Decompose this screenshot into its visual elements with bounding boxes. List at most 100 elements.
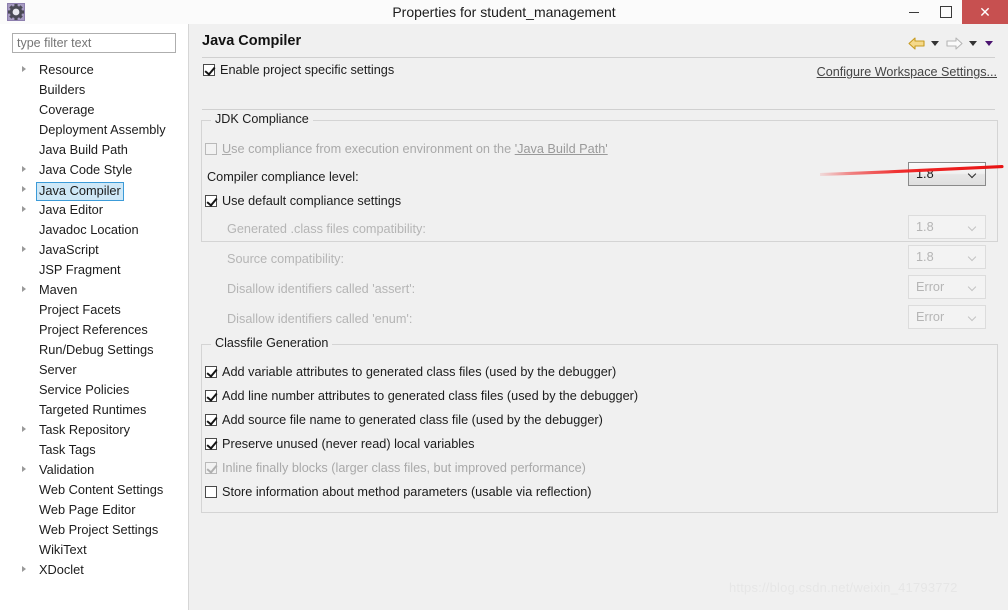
settings-content-pane: Java Compiler Enable project specific se… xyxy=(189,24,1008,610)
classfile-option-row[interactable]: Add variable attributes to generated cla… xyxy=(205,365,616,379)
expand-triangle-icon[interactable] xyxy=(22,426,26,432)
sidebar-item-wikitext[interactable]: WikiText xyxy=(0,540,188,560)
window-controls: ✕ xyxy=(898,0,1008,24)
enable-project-specific-settings-row[interactable]: Enable project specific settings xyxy=(203,63,394,77)
compiler-compliance-level-combo[interactable]: 1.8 xyxy=(908,162,986,186)
classfile-option-row[interactable]: Preserve unused (never read) local varia… xyxy=(205,437,474,451)
java-build-path-link[interactable]: 'Java Build Path' xyxy=(515,142,608,156)
classfile-option-label: Add source file name to generated class … xyxy=(222,413,603,427)
maximize-icon xyxy=(940,6,952,18)
classfile-option-label: Store information about method parameter… xyxy=(222,485,592,499)
expand-triangle-icon[interactable] xyxy=(22,466,26,472)
sidebar-item-validation[interactable]: Validation xyxy=(0,460,188,480)
window-title: Properties for student_management xyxy=(392,4,616,20)
sidebar-item-label: Resource xyxy=(39,62,94,77)
use-default-compliance-row[interactable]: Use default compliance settings xyxy=(205,194,401,208)
sidebar-item-label: Java Build Path xyxy=(39,142,128,157)
sidebar-item-task-repository[interactable]: Task Repository xyxy=(0,420,188,440)
source-compatibility-label: Source compatibility: xyxy=(227,252,345,266)
sidebar-item-deployment-assembly[interactable]: Deployment Assembly xyxy=(0,120,188,140)
arrow-forward-icon[interactable] xyxy=(943,34,965,52)
sidebar-item-java-build-path[interactable]: Java Build Path xyxy=(0,140,188,160)
expand-triangle-icon[interactable] xyxy=(22,166,26,172)
classfile-option-row[interactable]: Inline finally blocks (larger class file… xyxy=(205,461,586,475)
sidebar-item-label: Validation xyxy=(39,462,95,477)
sidebar-item-label: Service Policies xyxy=(39,382,130,397)
sidebar-item-run-debug-settings[interactable]: Run/Debug Settings xyxy=(0,340,188,360)
sidebar-item-jsp-fragment[interactable]: JSP Fragment xyxy=(0,260,188,280)
sidebar-item-service-policies[interactable]: Service Policies xyxy=(0,380,188,400)
sidebar-item-task-tags[interactable]: Task Tags xyxy=(0,440,188,460)
disallow-enum-combo[interactable]: Error xyxy=(908,305,986,329)
sidebar-item-project-references[interactable]: Project References xyxy=(0,320,188,340)
sidebar-item-web-project-settings[interactable]: Web Project Settings xyxy=(0,520,188,540)
sidebar-item-java-code-style[interactable]: Java Code Style xyxy=(0,160,188,180)
sidebar-item-javascript[interactable]: JavaScript xyxy=(0,240,188,260)
chevron-down-icon xyxy=(969,254,977,259)
classfile-option-row[interactable]: Add line number attributes to generated … xyxy=(205,389,638,403)
back-history-chevron-down-icon[interactable] xyxy=(927,34,943,52)
mnemonic-u: U xyxy=(222,142,232,156)
sidebar-item-label: JavaScript xyxy=(39,242,99,257)
sidebar-item-web-page-editor[interactable]: Web Page Editor xyxy=(0,500,188,520)
classfile-option-checkbox[interactable] xyxy=(205,366,217,378)
sidebar-item-label: Builders xyxy=(39,82,86,97)
expand-triangle-icon[interactable] xyxy=(22,186,26,192)
expand-triangle-icon[interactable] xyxy=(22,206,26,212)
sidebar-item-label: Java Code Style xyxy=(39,162,133,177)
classfile-option-row[interactable]: Store information about method parameter… xyxy=(205,485,592,499)
classfile-generation-group: Classfile Generation Add variable attrib… xyxy=(201,336,998,513)
sidebar-item-server[interactable]: Server xyxy=(0,360,188,380)
sidebar-item-label: WikiText xyxy=(39,542,87,557)
classfile-option-label: Add line number attributes to generated … xyxy=(222,389,639,403)
classfile-option-checkbox[interactable] xyxy=(205,390,217,402)
chevron-down-icon xyxy=(969,284,977,289)
sidebar-item-label: JSP Fragment xyxy=(39,262,121,277)
view-menu-chevron-down-icon[interactable] xyxy=(981,34,997,52)
sidebar-item-xdoclet[interactable]: XDoclet xyxy=(0,560,188,580)
sidebar-item-maven[interactable]: Maven xyxy=(0,280,188,300)
filter-input[interactable] xyxy=(12,33,176,53)
expand-triangle-icon[interactable] xyxy=(22,286,26,292)
close-button[interactable]: ✕ xyxy=(962,0,1008,24)
sidebar-item-resource[interactable]: Resource xyxy=(0,60,188,80)
enable-project-specific-settings-checkbox[interactable] xyxy=(203,64,215,76)
sidebar-item-project-facets[interactable]: Project Facets xyxy=(0,300,188,320)
sidebar-item-label: Web Page Editor xyxy=(39,502,136,517)
classfile-option-checkbox[interactable] xyxy=(205,462,217,474)
sidebar-item-javadoc-location[interactable]: Javadoc Location xyxy=(0,220,188,240)
sidebar-item-java-compiler[interactable]: Java Compiler xyxy=(0,180,188,201)
minimize-button[interactable] xyxy=(898,0,930,24)
sidebar-item-builders[interactable]: Builders xyxy=(0,80,188,100)
expand-triangle-icon[interactable] xyxy=(22,566,26,572)
expand-triangle-icon[interactable] xyxy=(22,246,26,252)
classfile-option-row[interactable]: Add source file name to generated class … xyxy=(205,413,603,427)
expand-triangle-icon[interactable] xyxy=(22,66,26,72)
use-default-compliance-checkbox[interactable] xyxy=(205,195,217,207)
use-execution-environment-checkbox[interactable] xyxy=(205,143,217,155)
sidebar-item-coverage[interactable]: Coverage xyxy=(0,100,188,120)
classfile-option-label: Preserve unused (never read) local varia… xyxy=(222,437,475,451)
classfile-option-checkbox[interactable] xyxy=(205,438,217,450)
sidebar-item-web-content-settings[interactable]: Web Content Settings xyxy=(0,480,188,500)
generated-class-compatibility-label: Generated .class files compatibility: xyxy=(227,222,426,236)
classfile-option-checkbox[interactable] xyxy=(205,414,217,426)
disallow-assert-combo[interactable]: Error xyxy=(908,275,986,299)
sidebar-item-label: Server xyxy=(39,362,77,377)
forward-history-chevron-down-icon[interactable] xyxy=(965,34,981,52)
configure-workspace-settings-link[interactable]: Configure Workspace Settings... xyxy=(817,65,997,79)
generated-class-compatibility-value: 1.8 xyxy=(916,220,934,234)
sidebar-item-targeted-runtimes[interactable]: Targeted Runtimes xyxy=(0,400,188,420)
compiler-compliance-level-value: 1.8 xyxy=(916,167,934,181)
classfile-option-checkbox[interactable] xyxy=(205,486,217,498)
arrow-back-icon[interactable] xyxy=(905,34,927,52)
classfile-option-label: Add variable attributes to generated cla… xyxy=(222,365,617,379)
use-execution-environment-row[interactable]: Use compliance from execution environmen… xyxy=(205,142,608,156)
sidebar-item-java-editor[interactable]: Java Editor xyxy=(0,200,188,220)
source-compatibility-combo[interactable]: 1.8 xyxy=(908,245,986,269)
maximize-button[interactable] xyxy=(930,0,962,24)
generated-class-compatibility-combo[interactable]: 1.8 xyxy=(908,215,986,239)
sidebar-item-label: Java Editor xyxy=(39,202,104,217)
sidebar-item-label: Coverage xyxy=(39,102,95,117)
sidebar-item-label: Web Content Settings xyxy=(39,482,164,497)
